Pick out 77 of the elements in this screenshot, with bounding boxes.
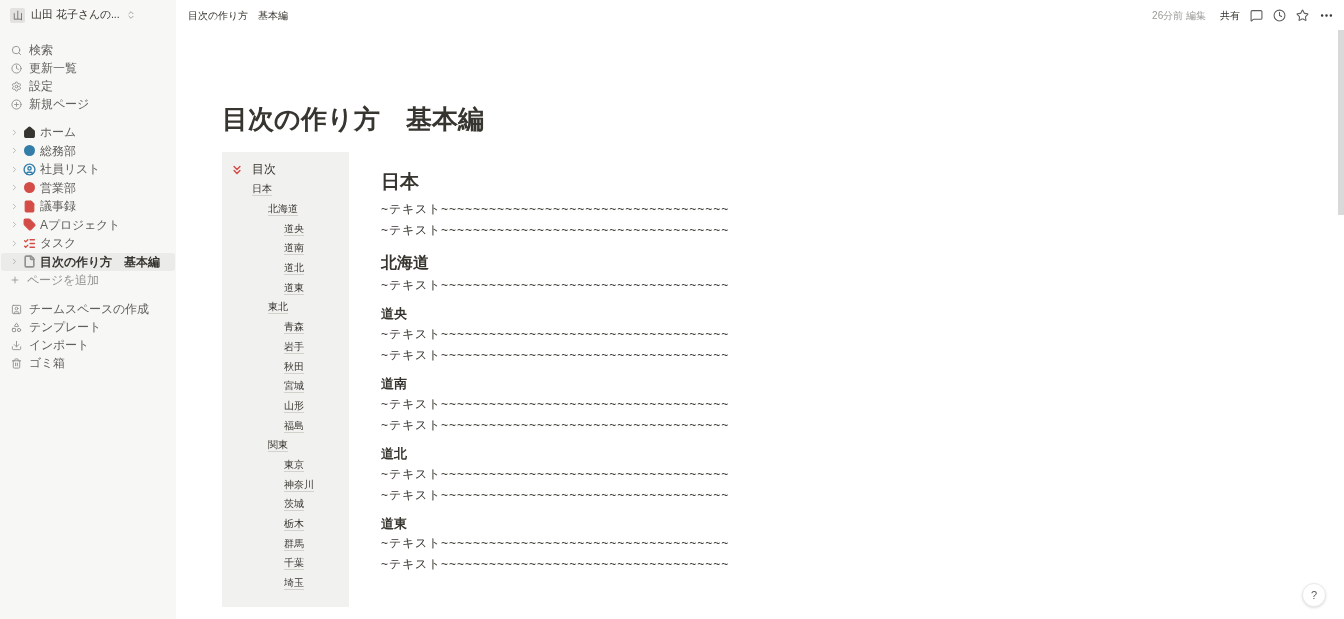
toc-link[interactable]: 青森 [284,321,304,335]
body-text: ~テキスト~~~~~~~~~~~~~~~~~~~~~~~~~~~~~~~~~~~~ [381,486,731,504]
page-title: 目次の作り方 基本編 [222,103,485,136]
sidebar-item[interactable]: 設定 [0,77,176,95]
sidebar-item[interactable]: 更新一覧 [0,59,176,77]
sidebar-item[interactable]: インポート [0,336,176,354]
section-heading: 道央 [381,305,408,323]
page-item[interactable]: 総務部 [1,141,175,160]
toc-link[interactable]: 山形 [284,399,304,413]
toc-link[interactable]: 東北 [268,301,288,315]
toc-link[interactable]: 千葉 [284,557,304,571]
edited-time: 26分前 編集 [1152,8,1206,23]
body-text: ~テキスト~~~~~~~~~~~~~~~~~~~~~~~~~~~~~~~~~~~~ [381,325,731,343]
search-icon [11,44,22,56]
toc-link[interactable]: 日本 [252,183,272,197]
section-heading: 道北 [381,445,408,463]
body-text: ~テキスト~~~~~~~~~~~~~~~~~~~~~~~~~~~~~~~~~~~~ [381,465,731,483]
star-icon[interactable] [1296,8,1309,22]
share-button[interactable]: 共有 [1220,7,1240,23]
clock-icon [11,62,22,74]
plus-circle-icon [11,98,22,110]
page-item[interactable]: 目次の作り方 基本編 [1,252,175,271]
toc-link[interactable]: 栃木 [284,518,304,532]
sidebar-item[interactable]: チームスペースの作成 [0,300,176,318]
page-item[interactable]: 社員リスト [1,160,175,179]
body-text: ~テキスト~~~~~~~~~~~~~~~~~~~~~~~~~~~~~~~~~~~~ [381,535,731,553]
body-text: ~テキスト~~~~~~~~~~~~~~~~~~~~~~~~~~~~~~~~~~~~ [381,416,731,434]
shapes-icon [11,321,22,333]
toc-link[interactable]: 道北 [284,262,304,276]
toc-link[interactable]: 群馬 [284,537,304,551]
toc-link[interactable]: 秋田 [284,360,304,374]
body-text: ~テキスト~~~~~~~~~~~~~~~~~~~~~~~~~~~~~~~~~~~~ [381,346,731,364]
page-item[interactable]: タスク [1,234,175,253]
body-text: ~テキスト~~~~~~~~~~~~~~~~~~~~~~~~~~~~~~~~~~~~ [381,395,731,413]
page-item[interactable]: 営業部 [1,178,175,197]
help-button[interactable]: ? [1302,583,1326,607]
sidebar-item[interactable]: テンプレート [0,318,176,336]
breadcrumb[interactable]: 目次の作り方 基本編 [188,7,288,23]
toc-link[interactable]: 茨城 [284,498,304,512]
toc-link[interactable]: 福島 [284,419,304,433]
page-item[interactable]: ホーム [1,123,175,142]
trash-icon [11,357,22,369]
body-text: ~テキスト~~~~~~~~~~~~~~~~~~~~~~~~~~~~~~~~~~~~ [381,200,731,218]
page-item[interactable]: 議事録 [1,197,175,216]
toc-link[interactable]: 関東 [268,439,288,453]
comment-icon[interactable] [1250,8,1263,22]
sidebar-item[interactable]: 検索 [0,41,176,59]
chevrons-down-icon [230,163,244,177]
section-heading: 北海道 [381,252,430,273]
section-heading: 道東 [381,515,408,533]
toc-link[interactable]: 道央 [284,222,304,236]
toc-link[interactable]: 神奈川 [284,478,314,492]
workspace-avatar: 山 [10,7,25,23]
workspace-name[interactable]: 山田 花子さんの... [31,7,120,23]
toc-link[interactable]: 埼玉 [284,577,304,591]
toc-link[interactable]: 道南 [284,242,304,256]
body-text: ~テキスト~~~~~~~~~~~~~~~~~~~~~~~~~~~~~~~~~~~~ [381,556,731,574]
settings-icon [11,80,22,92]
plus-icon [10,275,20,285]
chevrons-icon [125,10,136,20]
download-icon [11,339,22,351]
toc-link[interactable]: 道東 [284,281,304,295]
toc-link[interactable]: 宮城 [284,380,304,394]
body-text: ~テキスト~~~~~~~~~~~~~~~~~~~~~~~~~~~~~~~~~~~~ [381,221,731,239]
clock-icon[interactable] [1273,8,1286,22]
body-text: ~テキスト~~~~~~~~~~~~~~~~~~~~~~~~~~~~~~~~~~~~ [381,276,731,294]
section-heading: 道南 [381,375,408,393]
sidebar-item[interactable]: ゴミ箱 [0,354,176,372]
section-heading: 日本 [381,170,420,194]
toc-link[interactable]: 岩手 [284,340,304,354]
page-item[interactable]: Aプロジェクト [1,215,175,234]
teamspace-icon [11,303,22,315]
toc-link[interactable]: 東京 [284,458,304,472]
toc-link[interactable]: 北海道 [268,203,298,217]
sidebar-item[interactable]: 新規ページ [0,95,176,113]
scrollbar[interactable] [1338,30,1344,215]
toc-title: 目次 [252,162,276,178]
